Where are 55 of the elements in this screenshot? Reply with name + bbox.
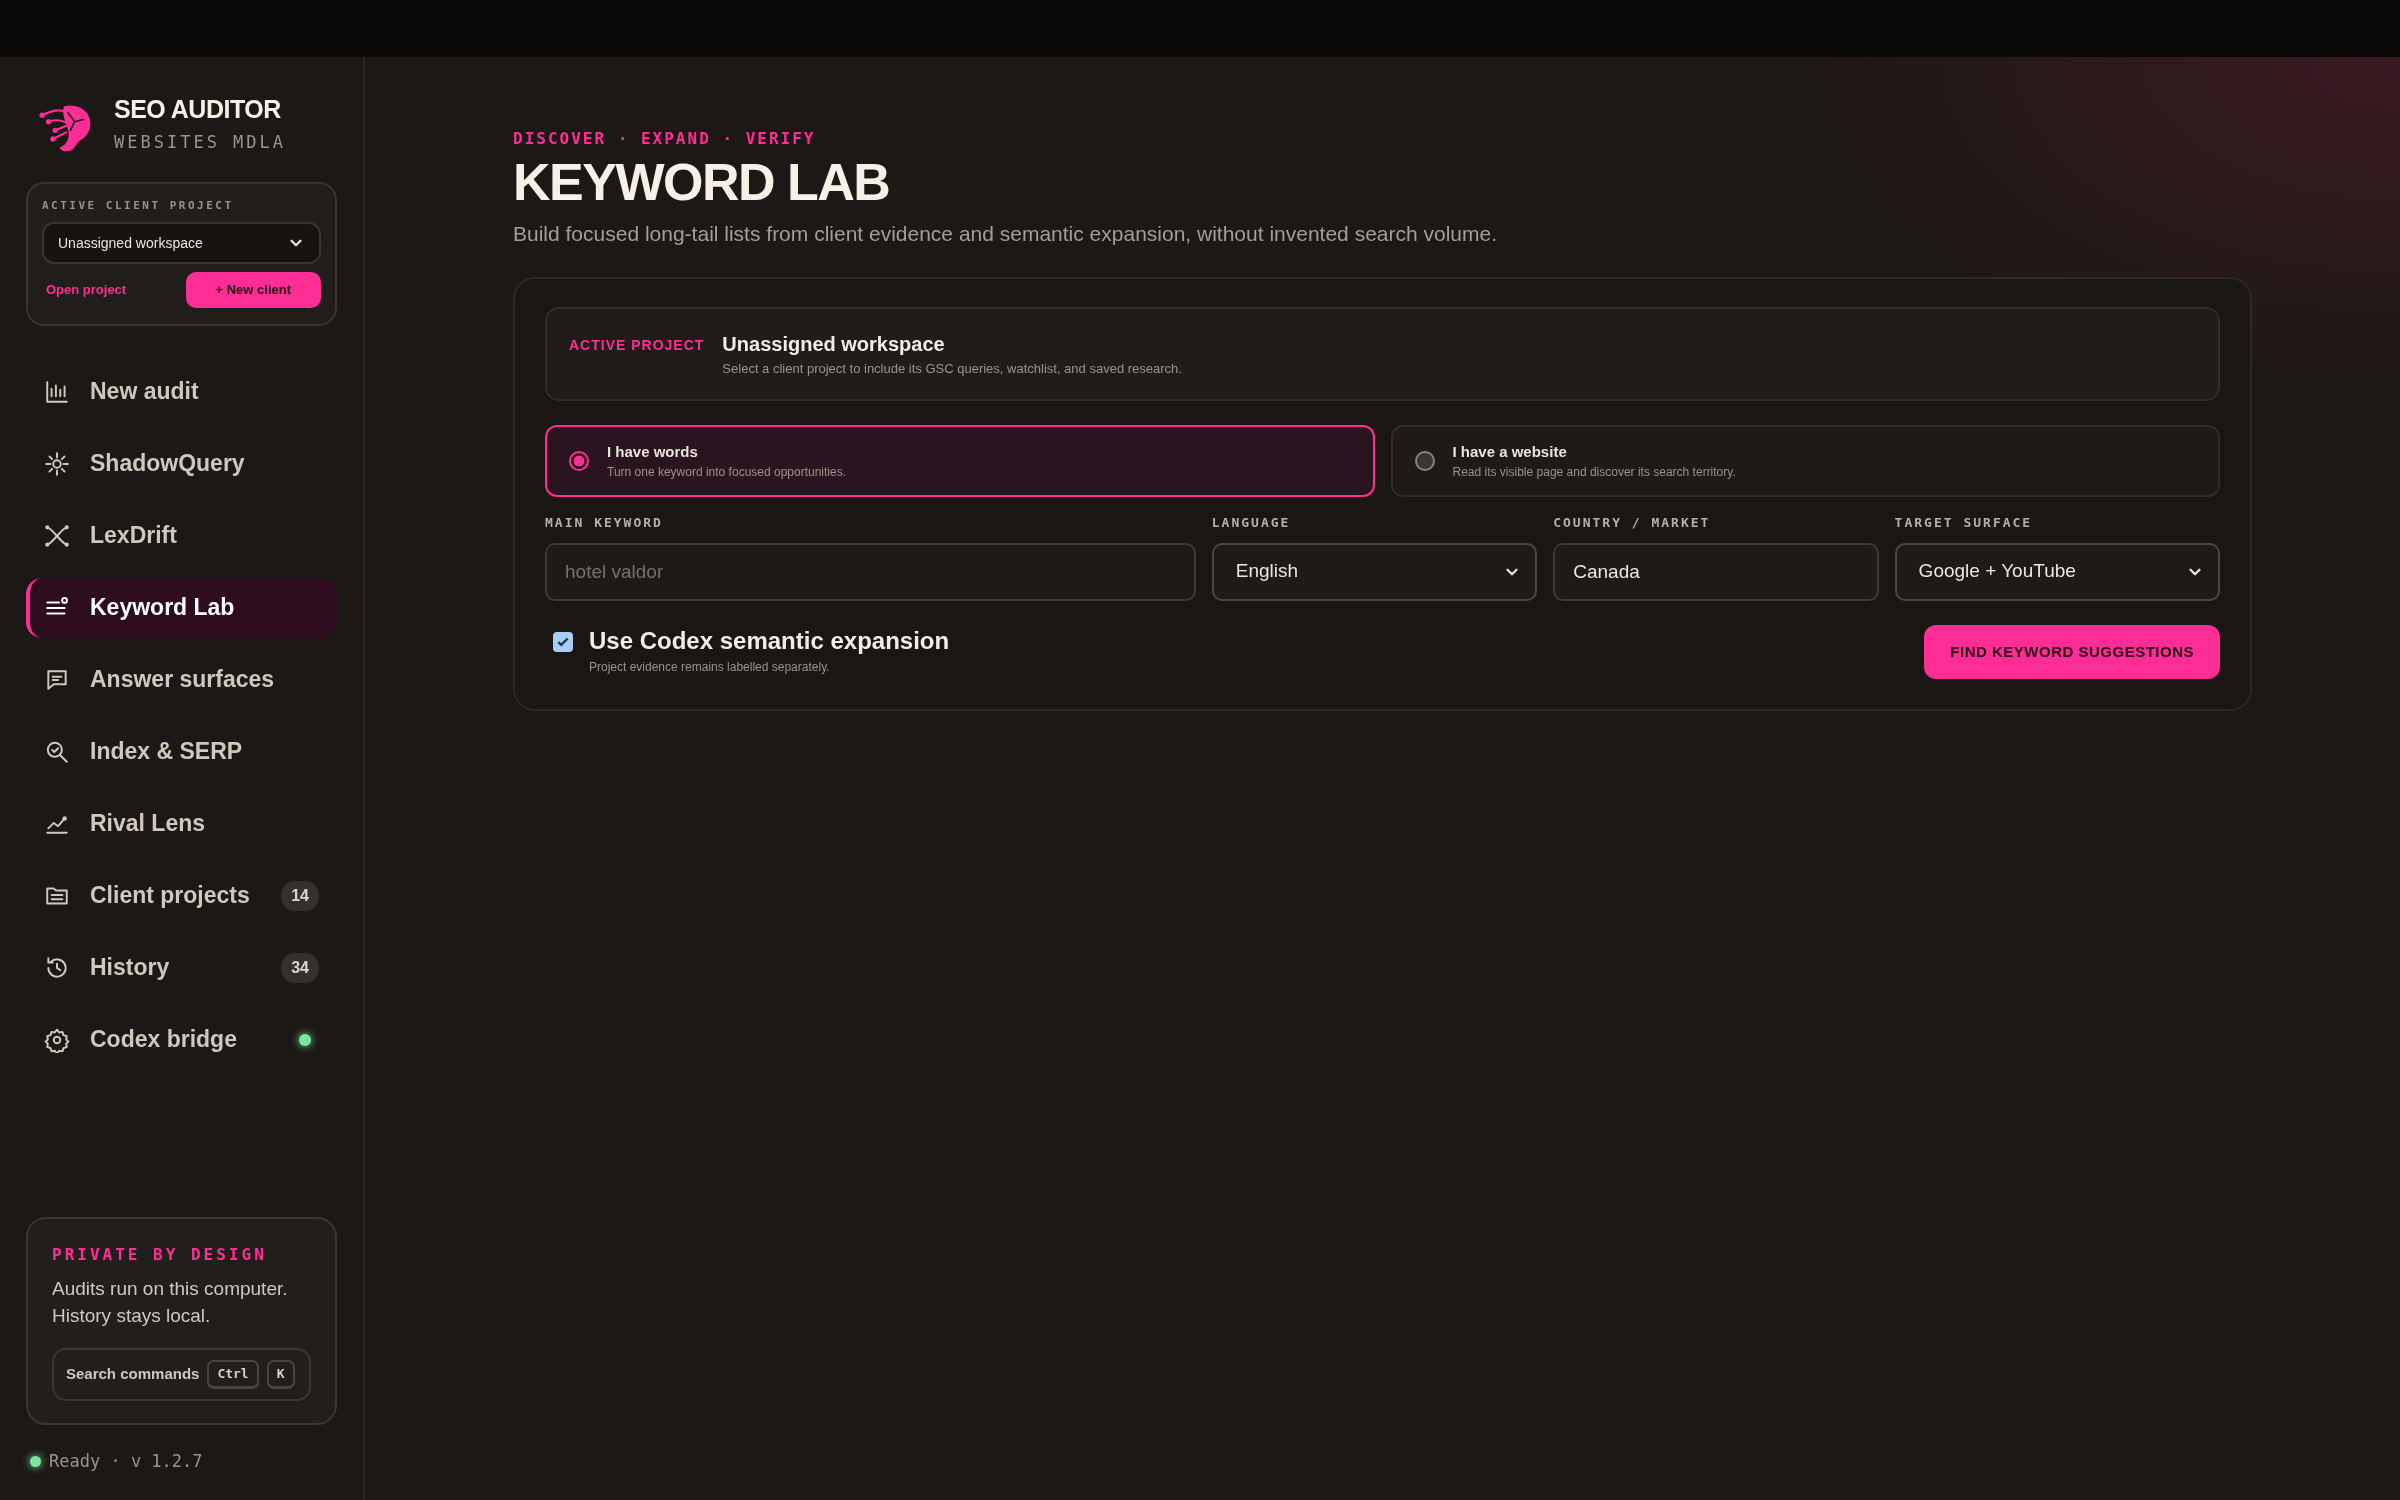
- radio-icon: [569, 450, 589, 471]
- key-cap: K: [266, 1360, 295, 1389]
- brand-subtitle: WEBSITES MDLA: [114, 131, 287, 154]
- input-field[interactable]: Canada: [1553, 542, 1879, 601]
- section-label: ACTIVE CLIENT PROJECT: [42, 197, 235, 214]
- project-hint: Select a client project to include its GSC queries, watchlist, and saved research.: [722, 360, 1182, 379]
- checkbox-label: Use Codex semantic expansion: [589, 627, 950, 655]
- mode-option[interactable]: I have a website Read its visible page and discover its search territory.: [1390, 424, 2220, 498]
- privacy-title: PRIVATE BY DESIGN: [52, 1243, 268, 1266]
- nav-item[interactable]: History 34: [26, 937, 337, 998]
- checkbox-hint: Project evidence remains labelled separately.: [589, 659, 831, 677]
- nav-item[interactable]: ShadowQuery: [26, 433, 337, 494]
- bar-chart-icon: [44, 378, 70, 405]
- radio-icon: [1414, 450, 1435, 471]
- mode-title: I have a website: [1452, 441, 1568, 462]
- field-label: TARGET SURFACE: [1894, 514, 2034, 533]
- nav-item[interactable]: LexDrift: [26, 505, 337, 566]
- command-search[interactable]: Search commands Ctrl K: [52, 1348, 311, 1401]
- status-text: Ready · v 1.2.7: [49, 1449, 203, 1473]
- nav-item[interactable]: Keyword Lab: [26, 577, 337, 638]
- select-field[interactable]: English: [1211, 542, 1538, 601]
- mode-option[interactable]: I have words Turn one keyword into focused opportunities.: [545, 424, 1375, 498]
- input-field[interactable]: hotel valdor: [545, 542, 1196, 601]
- history-icon: [44, 954, 70, 981]
- key-cap: Ctrl: [207, 1360, 259, 1389]
- nav-item[interactable]: Answer surfaces: [26, 649, 337, 710]
- nav-item[interactable]: Client projects 14: [26, 865, 337, 926]
- mode-description: Turn one keyword into focused opportunities.: [607, 464, 847, 482]
- crossing-curves-icon: [44, 522, 70, 549]
- nav-item[interactable]: Rival Lens: [26, 793, 337, 854]
- checkbox[interactable]: [553, 631, 573, 652]
- page-title: KEYWORD LAB: [513, 155, 891, 210]
- brand-name: SEO AUDITOR: [114, 97, 282, 122]
- nav-item[interactable]: New audit: [26, 361, 337, 422]
- count-badge: 14: [281, 880, 319, 911]
- nav-item[interactable]: Index & SERP: [26, 721, 337, 782]
- eyebrow-text: DISCOVER · EXPAND · VERIFY: [513, 128, 817, 150]
- field-label: MAIN KEYWORD: [545, 514, 664, 533]
- new-client-button[interactable]: + New client: [185, 272, 321, 308]
- mode-title: I have words: [607, 441, 699, 462]
- mode-description: Read its visible page and discover its search territory.: [1452, 464, 1736, 482]
- count-badge: 34: [281, 952, 319, 983]
- nav-item[interactable]: Codex bridge: [26, 1009, 337, 1070]
- privacy-text: Audits run on this computer. History stays local.: [52, 1276, 289, 1329]
- open-project-link[interactable]: Open project: [46, 280, 127, 300]
- project-name: Unassigned workspace: [722, 332, 946, 358]
- page-subtitle: Build focused long-tail lists from client evidence and semantic expansion, without invented search volume.: [513, 220, 1499, 247]
- settings-icon: [44, 1026, 70, 1053]
- section-label: ACTIVE PROJECT: [569, 336, 705, 356]
- project-select[interactable]: Unassigned workspace: [42, 222, 321, 264]
- select-field[interactable]: Google + YouTube: [1894, 542, 2220, 601]
- field-label: COUNTRY / MARKET: [1553, 514, 1712, 533]
- find-suggestions-button[interactable]: FIND KEYWORD SUGGESTIONS: [1924, 624, 2220, 680]
- field-label: LANGUAGE: [1211, 514, 1292, 533]
- sparkle-icon: [44, 450, 70, 477]
